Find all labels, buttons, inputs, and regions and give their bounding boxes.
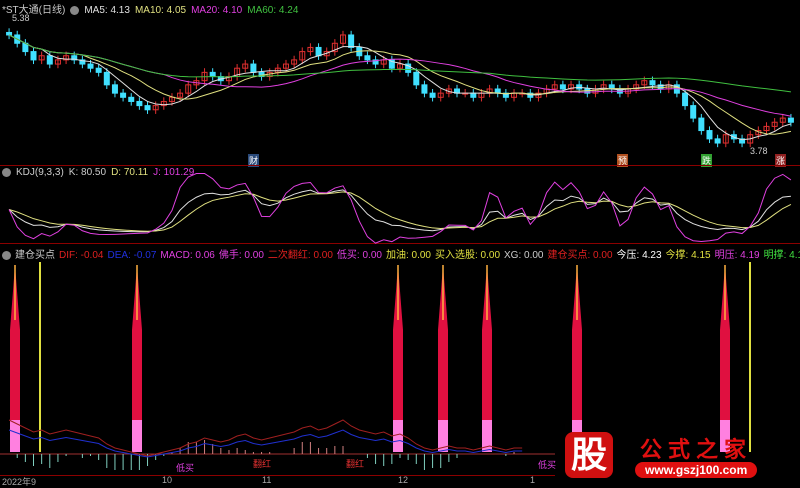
kdj-j-line: [8, 173, 792, 244]
ma20-line: [8, 34, 792, 117]
label-dimai: 低买: [538, 460, 557, 470]
kdj-k-line: [8, 189, 791, 233]
axis-line: [0, 475, 555, 476]
candle: [698, 117, 705, 132]
candle: [315, 46, 322, 57]
candle: [690, 105, 697, 119]
candle: [348, 34, 355, 48]
candle: [103, 71, 110, 86]
axis-label: 11: [262, 475, 272, 485]
candle: [95, 67, 102, 73]
candle: [120, 92, 127, 98]
axis-label: 12: [398, 475, 409, 485]
candle: [46, 55, 53, 65]
logo-name: 公式之家: [640, 437, 753, 462]
ma10-line: [8, 34, 792, 135]
candle: [111, 84, 118, 94]
candle: [787, 117, 794, 123]
candle: [682, 92, 689, 107]
label-fanhong: 翻红: [346, 459, 365, 469]
chart-canvas[interactable]: [0, 0, 800, 487]
candle: [128, 96, 135, 102]
axis-label: 10: [162, 475, 173, 485]
axis-label: 1: [530, 475, 536, 485]
candle: [144, 105, 151, 111]
candle: [136, 100, 143, 107]
candle: [714, 138, 721, 144]
candle: [209, 71, 216, 78]
label-dimai: 低买: [176, 463, 195, 473]
candle: [250, 63, 257, 73]
candle: [559, 84, 566, 90]
candle: [470, 92, 477, 98]
watermark-logo: 股 公式之家 www.gszj100.com: [555, 432, 800, 482]
candle: [30, 51, 37, 61]
candle: [706, 130, 713, 140]
logo-char: 股: [565, 432, 613, 478]
axis-label: 2022年9: [2, 477, 37, 487]
candle: [6, 31, 13, 36]
candle: [87, 63, 94, 69]
candle: [429, 92, 436, 98]
candle: [421, 84, 428, 94]
candle: [364, 55, 371, 61]
logo-url: www.gszj100.com: [635, 462, 758, 478]
candle: [649, 80, 656, 86]
label-fanhong: 翻红: [253, 459, 272, 469]
candle: [413, 71, 420, 86]
